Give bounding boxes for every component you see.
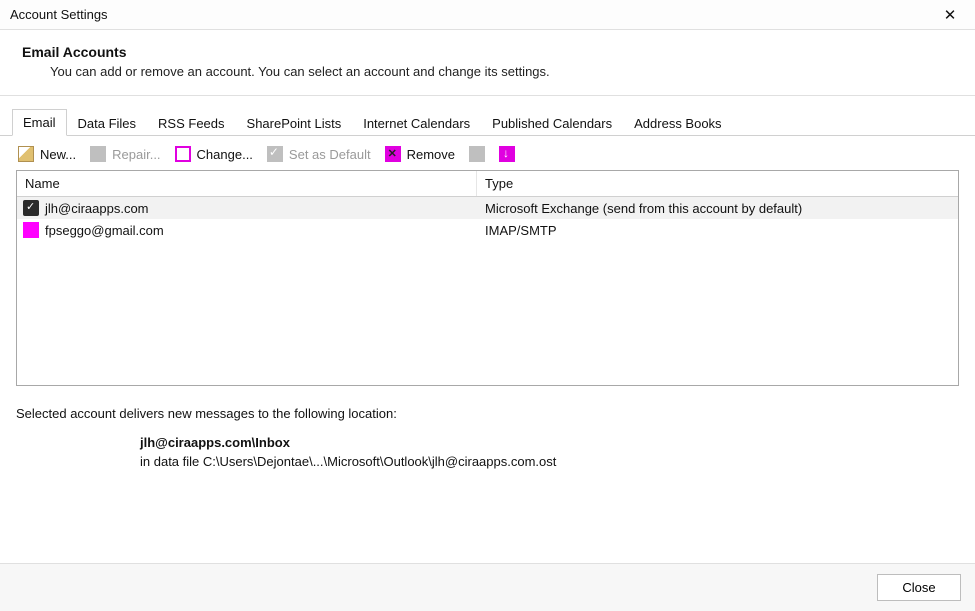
account-name-cell: jlh@ciraapps.com xyxy=(17,200,477,216)
header-title: Email Accounts xyxy=(22,44,953,60)
repair-label: Repair... xyxy=(112,147,160,162)
repair-button[interactable]: Repair... xyxy=(90,146,160,162)
dialog-title: Account Settings xyxy=(10,7,108,22)
close-icon[interactable]: ✕ xyxy=(935,0,965,30)
tab-published-calendars[interactable]: Published Calendars xyxy=(481,110,623,136)
set-default-label: Set as Default xyxy=(289,147,371,162)
tab-rss-feeds[interactable]: RSS Feeds xyxy=(147,110,235,136)
default-account-icon xyxy=(23,200,39,216)
column-header-name[interactable]: Name xyxy=(17,171,477,196)
list-body: jlh@ciraapps.com Microsoft Exchange (sen… xyxy=(17,197,958,241)
titlebar: Account Settings ✕ xyxy=(0,0,975,30)
delivery-path: in data file C:\Users\Dejontae\...\Micro… xyxy=(140,454,959,469)
down-arrow-icon xyxy=(499,146,515,162)
account-name: fpseggo@gmail.com xyxy=(45,223,164,238)
accounts-list: Name Type jlh@ciraapps.com Microsoft Exc… xyxy=(16,170,959,386)
delivery-folder: jlh@ciraapps.com\Inbox xyxy=(140,435,959,450)
account-name-cell: fpseggo@gmail.com xyxy=(17,222,477,238)
remove-label: Remove xyxy=(407,147,455,162)
delivery-info: Selected account delivers new messages t… xyxy=(0,386,975,469)
change-icon xyxy=(175,146,191,162)
header-block: Email Accounts You can add or remove an … xyxy=(0,30,975,95)
change-button[interactable]: Change... xyxy=(175,146,253,162)
header-subtitle: You can add or remove an account. You ca… xyxy=(50,64,953,79)
account-icon xyxy=(23,222,39,238)
new-icon xyxy=(18,146,34,162)
tab-data-files[interactable]: Data Files xyxy=(67,110,148,136)
new-button[interactable]: New... xyxy=(18,146,76,162)
close-button[interactable]: Close xyxy=(877,574,961,601)
move-down-button[interactable] xyxy=(499,146,515,162)
toolbar: New... Repair... Change... Set as Defaul… xyxy=(0,136,975,170)
new-label: New... xyxy=(40,147,76,162)
tab-address-books[interactable]: Address Books xyxy=(623,110,732,136)
up-arrow-icon xyxy=(469,146,485,162)
tab-sharepoint-lists[interactable]: SharePoint Lists xyxy=(236,110,353,136)
tab-strip: Email Data Files RSS Feeds SharePoint Li… xyxy=(0,96,975,136)
tab-internet-calendars[interactable]: Internet Calendars xyxy=(352,110,481,136)
change-label: Change... xyxy=(197,147,253,162)
account-settings-dialog: Account Settings ✕ Email Accounts You ca… xyxy=(0,0,975,611)
repair-icon xyxy=(90,146,106,162)
move-up-button[interactable] xyxy=(469,146,485,162)
remove-button[interactable]: Remove xyxy=(385,146,455,162)
account-row[interactable]: jlh@ciraapps.com Microsoft Exchange (sen… xyxy=(17,197,958,219)
check-icon xyxy=(267,146,283,162)
account-type: IMAP/SMTP xyxy=(477,223,958,238)
account-type: Microsoft Exchange (send from this accou… xyxy=(477,201,958,216)
dialog-footer: Close xyxy=(0,563,975,611)
remove-icon xyxy=(385,146,401,162)
column-header-type[interactable]: Type xyxy=(477,171,958,196)
account-row[interactable]: fpseggo@gmail.com IMAP/SMTP xyxy=(17,219,958,241)
delivery-intro: Selected account delivers new messages t… xyxy=(16,406,959,421)
list-header: Name Type xyxy=(17,171,958,197)
account-name: jlh@ciraapps.com xyxy=(45,201,149,216)
tab-email[interactable]: Email xyxy=(12,109,67,136)
set-default-button[interactable]: Set as Default xyxy=(267,146,371,162)
